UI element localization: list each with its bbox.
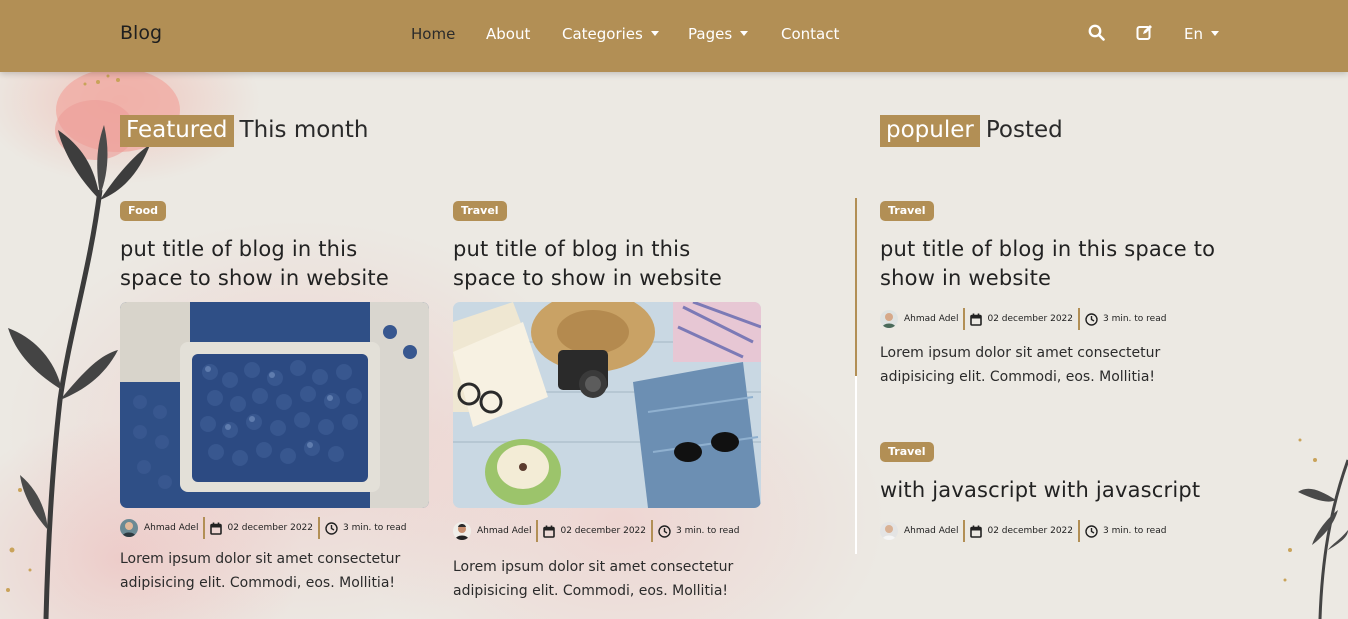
language-select[interactable]: En <box>1184 25 1219 43</box>
author-name[interactable]: Ahmad Adel <box>144 523 198 533</box>
meta-divider <box>536 520 539 542</box>
category-badge[interactable]: Travel <box>880 201 934 221</box>
featured-subtitle: This month <box>239 117 369 143</box>
chevron-down-icon <box>1210 31 1219 36</box>
author-name[interactable]: Ahmad Adel <box>477 526 531 536</box>
featured-highlight: Featured <box>120 115 234 147</box>
branch-illustration <box>1283 438 1348 619</box>
clock-icon <box>325 521 338 535</box>
post-title[interactable]: put title of blog in this space to show … <box>453 235 753 293</box>
avatar <box>880 310 898 328</box>
nav-pages-label: Pages <box>688 25 733 43</box>
avatar <box>120 519 138 537</box>
post-image-travel[interactable] <box>453 302 761 508</box>
edit-icon[interactable] <box>1136 24 1153 41</box>
section-divider <box>855 198 857 376</box>
post-image-blueberries[interactable] <box>120 302 429 508</box>
clock-icon <box>1085 524 1098 538</box>
post-meta: Ahmad Adel 02 december 2022 3 min. to re… <box>880 308 1166 330</box>
nav-categories[interactable]: Categories <box>562 25 659 43</box>
author-name[interactable]: Ahmad Adel <box>904 314 958 324</box>
nav-pages[interactable]: Pages <box>688 25 749 43</box>
avatar <box>880 522 898 540</box>
chevron-down-icon <box>740 31 749 36</box>
post-title[interactable]: put title of blog in this space to show … <box>880 235 1250 293</box>
clock-icon <box>658 524 671 538</box>
post-date: 02 december 2022 <box>987 314 1073 324</box>
popular-heading: populer Posted <box>880 115 1063 147</box>
navbar: Blog Home About Categories Pages Contact… <box>0 0 1348 72</box>
search-icon[interactable] <box>1088 24 1105 41</box>
featured-heading: Featured This month <box>120 115 369 147</box>
post-title[interactable]: put title of blog in this space to show … <box>120 235 420 293</box>
meta-divider <box>318 517 320 539</box>
travel-image <box>453 302 761 508</box>
calendar-icon <box>543 525 556 538</box>
post-date: 02 december 2022 <box>227 523 313 533</box>
avatar <box>453 522 471 540</box>
calendar-icon <box>210 522 223 535</box>
meta-divider <box>1078 520 1080 542</box>
category-badge[interactable]: Food <box>120 201 167 221</box>
meta-divider <box>651 520 653 542</box>
blueberries-image <box>120 302 429 508</box>
post-excerpt: Lorem ipsum dolor sit amet consectetur a… <box>453 559 734 599</box>
clock-icon <box>1085 312 1098 326</box>
category-badge[interactable]: Travel <box>880 442 934 462</box>
section-divider <box>855 376 857 554</box>
language-label: En <box>1184 25 1203 43</box>
nav-home[interactable]: Home <box>411 25 455 43</box>
popular-highlight: populer <box>880 115 980 147</box>
post-date: 02 december 2022 <box>987 526 1073 536</box>
post-meta: Ahmad Adel 02 december 2022 3 min. to re… <box>453 520 739 542</box>
read-time: 3 min. to read <box>1103 314 1167 324</box>
meta-divider <box>963 308 966 330</box>
chevron-down-icon <box>650 31 659 36</box>
meta-divider <box>1078 308 1080 330</box>
nav-categories-label: Categories <box>562 25 643 43</box>
calendar-icon <box>970 313 983 326</box>
post-meta: Ahmad Adel 02 december 2022 3 min. to re… <box>880 520 1166 542</box>
read-time: 3 min. to read <box>676 526 740 536</box>
calendar-icon <box>970 525 983 538</box>
author-name[interactable]: Ahmad Adel <box>904 526 958 536</box>
read-time: 3 min. to read <box>1103 526 1167 536</box>
popular-subtitle: Posted <box>985 117 1063 143</box>
post-excerpt: Lorem ipsum dolor sit amet consectetur a… <box>880 345 1161 385</box>
meta-divider <box>963 520 966 542</box>
meta-divider <box>203 517 206 539</box>
read-time: 3 min. to read <box>343 523 407 533</box>
post-meta: Ahmad Adel 02 december 2022 3 min. to re… <box>120 517 406 539</box>
nav-contact[interactable]: Contact <box>781 25 839 43</box>
post-excerpt: Lorem ipsum dolor sit amet consectetur a… <box>120 551 401 591</box>
post-title[interactable]: with javascript with javascript <box>880 476 1250 505</box>
post-date: 02 december 2022 <box>560 526 646 536</box>
nav-about[interactable]: About <box>486 25 530 43</box>
category-badge[interactable]: Travel <box>453 201 507 221</box>
brand-logo[interactable]: Blog <box>120 22 162 44</box>
